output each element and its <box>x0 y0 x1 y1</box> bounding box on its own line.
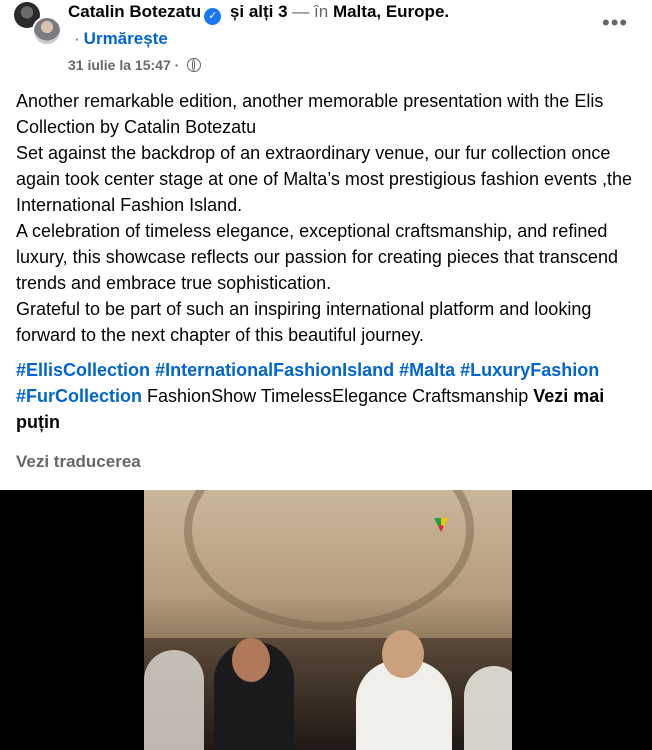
more-options-icon[interactable]: ••• <box>602 10 628 36</box>
globe-icon[interactable] <box>187 58 202 72</box>
hashtag-link[interactable]: #FurCollection <box>16 386 142 406</box>
meta-dot: · <box>174 57 180 73</box>
location-separator: — în <box>292 2 329 21</box>
hashtag-link[interactable]: #Malta <box>399 360 455 380</box>
photo-crowd-right <box>464 666 512 750</box>
author-line: Catalin Botezatu ✓ și alți 3 — în Malta, … <box>68 2 449 25</box>
location-link[interactable]: Malta, Europe. <box>333 2 449 21</box>
hashtags: #EllisCollection #InternationalFashionIs… <box>16 357 642 435</box>
follow-dot: · <box>74 29 80 48</box>
hashtag-link[interactable]: #LuxuryFashion <box>460 360 599 380</box>
timestamp-link[interactable]: 31 iulie la 15:47 <box>68 57 171 73</box>
hashtag-link[interactable]: #EllisCollection <box>16 360 150 380</box>
post-media[interactable] <box>0 490 652 750</box>
post-paragraph: A celebration of timeless elegance, exce… <box>16 221 618 293</box>
verified-badge-icon: ✓ <box>204 8 222 25</box>
author-avatars[interactable] <box>12 2 62 46</box>
avatar[interactable] <box>32 16 62 46</box>
post-body: Another remarkable edition, another memo… <box>16 88 642 348</box>
follow-button[interactable]: Urmărește <box>84 29 168 48</box>
follow-row: · Urmărește <box>74 29 168 49</box>
photo-arch <box>184 490 474 630</box>
post-meta: 31 iulie la 15:47 · <box>68 57 202 73</box>
coauthors-link[interactable]: și alți 3 <box>230 2 288 21</box>
photo-crowd-left <box>144 650 204 750</box>
post-paragraph: Another remarkable edition, another memo… <box>16 91 604 137</box>
hashtag-link[interactable]: #InternationalFashionIsland <box>155 360 394 380</box>
post-paragraph: Grateful to be part of such an inspiring… <box>16 299 592 345</box>
post-paragraph: Set against the backdrop of an extraordi… <box>16 143 633 215</box>
post-header: Catalin Botezatu ✓ și alți 3 — în Malta, … <box>0 0 652 80</box>
photo-person-right-head <box>382 630 424 678</box>
photo-person-left-head <box>232 638 270 682</box>
runway-photo[interactable] <box>144 490 512 750</box>
plain-tags: FashionShow TimelessElegance Craftsmansh… <box>147 386 529 406</box>
author-name[interactable]: Catalin Botezatu <box>68 2 201 21</box>
see-translation-button[interactable]: Vezi traducerea <box>16 452 141 472</box>
